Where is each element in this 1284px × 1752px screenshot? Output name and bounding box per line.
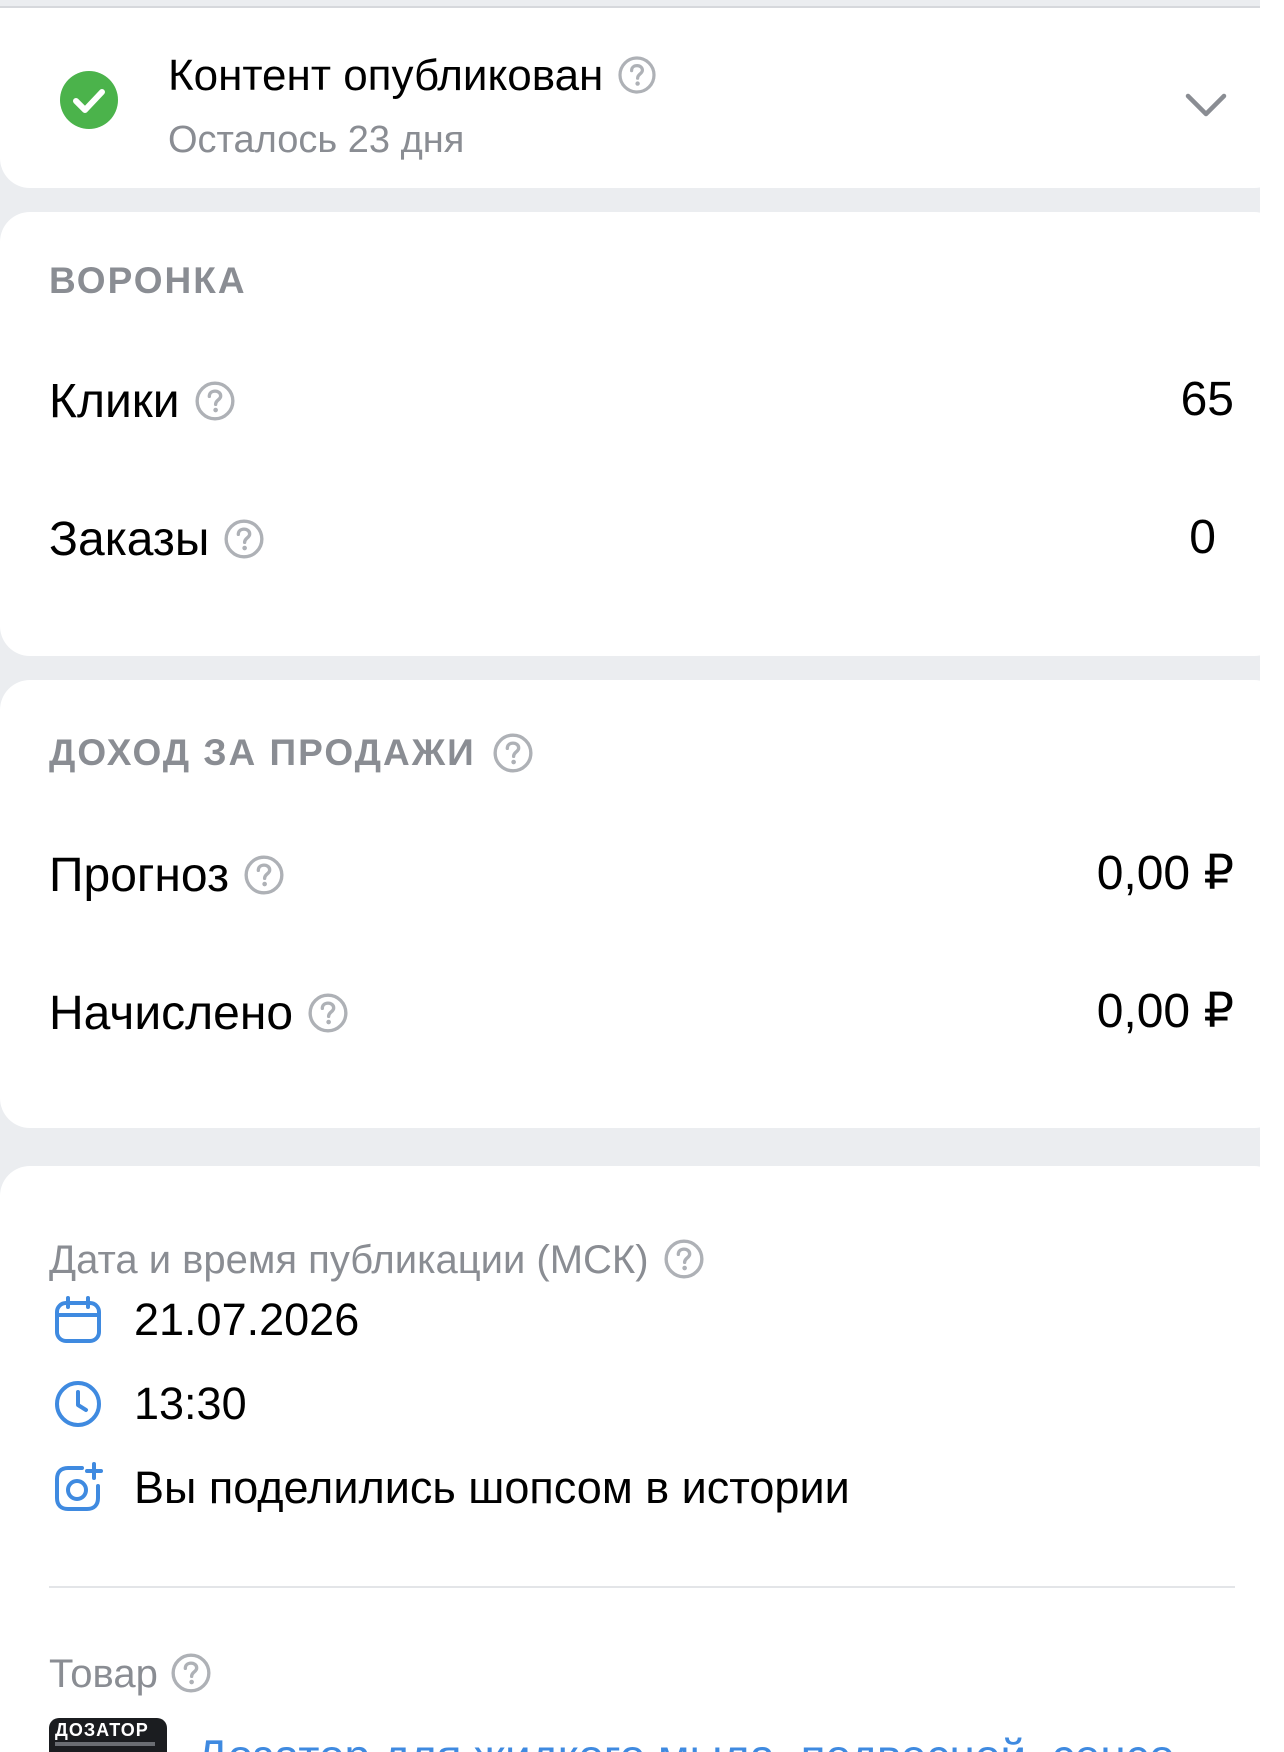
chevron-down-icon[interactable] [1182,82,1230,130]
status-title: Контент опубликован [168,51,604,100]
publication-card: Дата и время публикации (МСК) 21.07.2026 [0,1166,1284,1752]
funnel-card: ВОРОНКА Клики 65 Заказы 0 [0,212,1284,656]
question-circle-icon[interactable] [617,55,657,95]
publication-date: 21.07.2026 [134,1294,360,1345]
clicks-value: 65 [1180,373,1234,426]
clicks-label: Клики [49,375,180,428]
status-subtitle: Осталось 23 дня [168,119,465,161]
funnel-title: ВОРОНКА [49,260,247,301]
forecast-label: Прогноз [49,849,230,902]
publication-label-row: Дата и время публикации (МСК) [49,1232,705,1288]
publication-time: 13:30 [134,1378,247,1429]
question-circle-icon[interactable] [194,380,236,422]
page: Контент опубликован Осталось 23 дня ВОРО… [0,0,1284,1752]
income-title: ДОХОД ЗА ПРОДАЖИ [49,732,476,773]
clock-icon [52,1378,104,1430]
accrued-value: 0,00 ₽ [1096,985,1234,1038]
product-thumbnail-text: ДОЗАТОР [55,1720,149,1740]
accrued-label-row: Начислено [49,984,349,1044]
goods-label: Товар [49,1652,158,1696]
clicks-label-row: Клики [49,372,236,432]
orders-label: Заказы [49,513,210,566]
divider [49,1586,1235,1588]
camera-add-icon [52,1462,104,1514]
product-link[interactable]: Дозатор для жидкого мыла, подвесной, сен… [196,1726,1175,1752]
check-circle-icon [58,69,120,131]
shared-story-row: Вы поделились шопсом в истории [52,1458,850,1518]
status-title-row: Контент опубликован [168,46,657,106]
product-thumbnail[interactable]: ДОЗАТОР [49,1718,167,1752]
income-card: ДОХОД ЗА ПРОДАЖИ Прогноз 0,00 ₽ Начислен… [0,680,1284,1128]
status-card[interactable]: Контент опубликован Осталось 23 дня [0,8,1284,188]
question-circle-icon[interactable] [663,1238,705,1280]
accrued-label: Начислено [49,987,294,1040]
question-circle-icon[interactable] [170,1652,212,1694]
income-title-row: ДОХОД ЗА ПРОДАЖИ [49,732,534,774]
publication-label: Дата и время публикации (МСК) [49,1238,649,1282]
question-circle-icon[interactable] [243,854,285,896]
calendar-icon [52,1294,104,1346]
question-circle-icon[interactable] [492,732,534,774]
product-thumbnail-subline [55,1742,155,1746]
forecast-value: 0,00 ₽ [1096,847,1234,900]
question-circle-icon[interactable] [307,992,349,1034]
publication-time-row: 13:30 [52,1374,247,1434]
goods-label-row: Товар [49,1646,212,1702]
orders-value: 0 [1189,511,1216,564]
right-edge-strip [1260,0,1284,1752]
question-circle-icon[interactable] [223,518,265,560]
forecast-label-row: Прогноз [49,846,285,906]
publication-date-row: 21.07.2026 [52,1290,359,1350]
orders-label-row: Заказы [49,510,265,570]
shared-story-text: Вы поделились шопсом в истории [134,1462,850,1513]
